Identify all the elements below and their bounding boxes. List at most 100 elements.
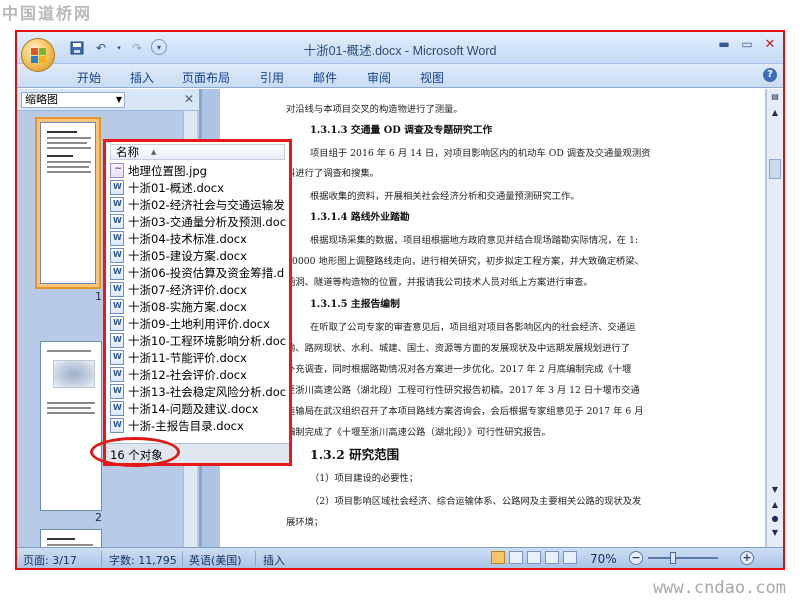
- file-item[interactable]: 十浙14-问题及建议.docx: [110, 400, 258, 417]
- word-file-icon: [110, 401, 124, 416]
- page-number-1: 1: [95, 290, 102, 303]
- help-icon[interactable]: ?: [763, 68, 777, 82]
- doc-heading: 1.3.1.4 路线外业踏勘: [310, 212, 410, 223]
- doc-line: （1）项目建设的必要性；: [310, 473, 419, 484]
- status-bar: 页面: 3/17 字数: 11,795 英语(美国) 插入 70% − +: [17, 547, 783, 568]
- file-name: 十浙01-概述.docx: [128, 180, 224, 195]
- maximize-icon[interactable]: ▭: [736, 35, 758, 53]
- tab-mailings[interactable]: 邮件: [313, 69, 337, 86]
- insert-mode-indicator[interactable]: 插入: [263, 552, 285, 568]
- zoom-out-icon[interactable]: −: [629, 551, 643, 565]
- thumbnail-view-select[interactable]: 缩略图 ▼: [21, 92, 125, 108]
- title-bar: ↶ ▾ ↷ ▾ 十浙01-概述.docx - Microsoft Word ▬ …: [17, 32, 783, 64]
- office-logo-icon: [31, 48, 46, 63]
- scroll-thumb[interactable]: [769, 159, 781, 179]
- file-item[interactable]: 十浙03-交通量分析及预测.doc: [110, 213, 286, 230]
- word-file-icon: [110, 282, 124, 297]
- file-item[interactable]: 十浙06-投资估算及资金筹措.d: [110, 264, 284, 281]
- zoom-slider-thumb[interactable]: [670, 552, 676, 564]
- tab-page-layout[interactable]: 页面布局: [182, 69, 230, 86]
- doc-line: 10000 地形图上调整路线走向，进行相关研究，初步拟定工程方案，并大致确定桥梁…: [286, 256, 644, 267]
- document-page[interactable]: 对沿线与本项目交叉的构造物进行了测量。 1.3.1.3 交通量 OD 调查及专题…: [220, 89, 765, 547]
- file-name: 十浙-主报告目录.docx: [128, 418, 244, 433]
- word-file-icon: [110, 214, 124, 229]
- file-item[interactable]: 十浙13-社会稳定风险分析.doc: [110, 383, 286, 400]
- thumbnail-pane-header: 缩略图 ▼ ✕: [17, 89, 199, 111]
- tab-review[interactable]: 审阅: [367, 69, 391, 86]
- file-item[interactable]: 十浙10-工程环境影响分析.doc: [110, 332, 286, 349]
- zoom-in-icon[interactable]: +: [740, 551, 754, 565]
- doc-line: 项目组于 2016 年 6 月 14 日，对项目影响区内的机动车 OD 调查及交…: [310, 148, 651, 159]
- draft-view-icon[interactable]: [563, 551, 577, 564]
- file-name: 十浙09-土地利用评价.docx: [128, 316, 270, 331]
- word-file-icon: [110, 350, 124, 365]
- zoom-level[interactable]: 70%: [590, 552, 617, 566]
- watermark-top: 中国道桥网: [2, 4, 93, 23]
- previous-page-icon[interactable]: ▲: [769, 499, 781, 511]
- file-item[interactable]: 十浙05-建设方案.docx: [110, 247, 247, 264]
- file-item[interactable]: 十浙09-土地利用评价.docx: [110, 315, 270, 332]
- file-item[interactable]: 十浙04-技术标准.docx: [110, 230, 247, 247]
- file-item[interactable]: 十浙08-实施方案.docx: [110, 298, 247, 315]
- tab-references[interactable]: 引用: [260, 69, 284, 86]
- file-name: 十浙05-建设方案.docx: [128, 248, 247, 263]
- scroll-up-icon[interactable]: ▲: [769, 107, 781, 119]
- page-thumbnail-1[interactable]: [35, 117, 101, 289]
- office-button[interactable]: [21, 38, 55, 72]
- tab-home[interactable]: 开始: [77, 69, 101, 86]
- map-thumbnail: [53, 360, 95, 388]
- file-item[interactable]: 十浙07-经济评价.docx: [110, 281, 247, 298]
- word-file-icon: [110, 299, 124, 314]
- file-name: 十浙14-问题及建议.docx: [128, 401, 259, 416]
- doc-line: 根据收集的资料，开展相关社会经济分析和交通量预测研究工作。: [310, 191, 580, 202]
- highlight-ellipse: [90, 437, 180, 467]
- zoom-slider-track[interactable]: [648, 557, 718, 559]
- window-title: 十浙01-概述.docx - Microsoft Word: [303, 44, 497, 58]
- file-list-popup: 名称 ▲ 地理位置图.jpg 十浙01-概述.docx 十浙02-经济社会与交通…: [103, 139, 292, 466]
- file-name: 十浙13-社会稳定风险分析.doc: [128, 384, 287, 399]
- file-item[interactable]: 十浙02-经济社会与交通运输发: [110, 196, 285, 213]
- scroll-down-icon[interactable]: ▼: [769, 484, 781, 496]
- column-header-name[interactable]: 名称 ▲: [110, 144, 285, 160]
- document-scrollbar[interactable]: ▤ ▲ ▼ ▲ ● ▼: [766, 89, 783, 547]
- web-layout-icon[interactable]: [527, 551, 541, 564]
- file-item[interactable]: 十浙01-概述.docx: [110, 179, 224, 196]
- print-layout-icon[interactable]: [491, 551, 505, 564]
- window-controls: ▬ ▭ ✕: [713, 35, 781, 53]
- file-item[interactable]: 十浙12-社会评价.docx: [110, 366, 247, 383]
- word-file-icon: [110, 180, 124, 195]
- thumbnail-view-label: 缩略图: [25, 93, 58, 106]
- word-file-icon: [110, 418, 124, 433]
- ribbon-tabs: 开始 插入 页面布局 引用 邮件 审阅 视图 ?: [17, 64, 783, 88]
- image-file-icon: [110, 163, 124, 178]
- close-pane-icon[interactable]: ✕: [184, 92, 194, 106]
- doc-line: 至浙川高速公路（湖北段）工程可行性研究报告初稿。2017 年 3 月 12 日十…: [286, 385, 640, 396]
- doc-line: 编制完成了《十堰至浙川高速公路（湖北段）》可行性研究报告。: [286, 427, 551, 438]
- doc-heading: 1.3.1.3 交通量 OD 调查及专题研究工作: [310, 125, 493, 136]
- file-item[interactable]: 十浙11-节能评价.docx: [110, 349, 247, 366]
- word-count[interactable]: 字数: 11,795: [109, 552, 177, 568]
- doc-line: 补充调查，同时根据路勘情况对各方案进一步优化。2017 年 2 月底编制完成《十…: [286, 364, 632, 375]
- doc-line: 涵洞、隧道等构造物的位置，并报请我公司技术人员对纸上方案进行审查。: [286, 277, 593, 288]
- ruler-toggle-icon[interactable]: ▤: [769, 91, 781, 103]
- sort-ascending-icon: ▲: [151, 148, 157, 156]
- word-file-icon: [110, 231, 124, 246]
- doc-line: 根据现场采集的数据，项目组根据地方政府意见并结合现场踏勘实际情况，在 1:: [310, 235, 639, 246]
- next-page-icon[interactable]: ▼: [769, 527, 781, 539]
- select-browse-object-icon[interactable]: ●: [769, 513, 781, 525]
- minimize-icon[interactable]: ▬: [713, 35, 735, 53]
- close-icon[interactable]: ✕: [759, 35, 781, 53]
- tab-view[interactable]: 视图: [420, 69, 444, 86]
- file-name: 地理位置图.jpg: [128, 163, 207, 178]
- page-indicator[interactable]: 页面: 3/17: [23, 552, 77, 568]
- file-item[interactable]: 地理位置图.jpg: [110, 162, 207, 179]
- chevron-down-icon: ▼: [115, 95, 122, 104]
- language-indicator[interactable]: 英语(美国): [189, 552, 242, 568]
- file-name: 十浙08-实施方案.docx: [128, 299, 247, 314]
- tab-insert[interactable]: 插入: [130, 69, 154, 86]
- full-screen-reading-icon[interactable]: [509, 551, 523, 564]
- page-thumbnail-2[interactable]: [40, 341, 102, 511]
- outline-view-icon[interactable]: [545, 551, 559, 564]
- file-name: 十浙02-经济社会与交通运输发: [128, 197, 285, 212]
- file-item[interactable]: 十浙-主报告目录.docx: [110, 417, 244, 434]
